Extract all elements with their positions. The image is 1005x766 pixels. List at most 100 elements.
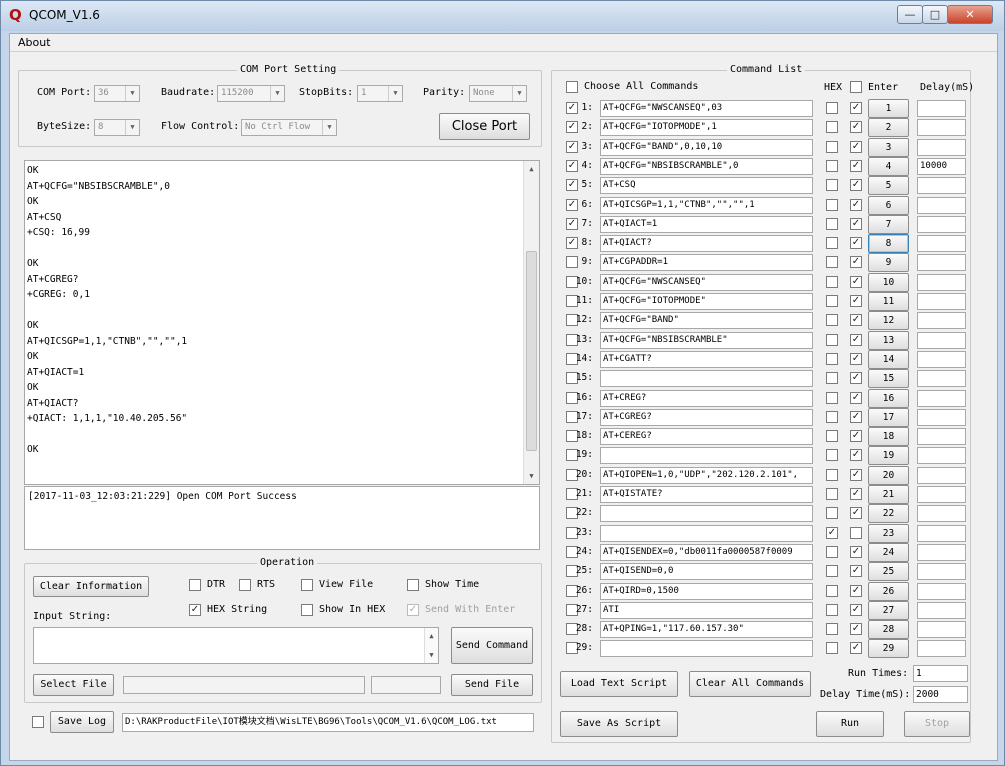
command-send-button[interactable]: 25 <box>868 562 909 582</box>
command-input[interactable] <box>600 370 813 388</box>
command-delay-input[interactable] <box>917 138 966 156</box>
command-hex-checkbox[interactable] <box>826 217 838 230</box>
command-delay-input[interactable] <box>917 582 966 600</box>
scroll-up-icon[interactable]: ▲ <box>425 629 438 643</box>
command-input[interactable] <box>600 505 813 523</box>
command-hex-checkbox[interactable] <box>826 102 838 114</box>
command-hex-checkbox[interactable] <box>826 198 838 211</box>
hex-string-checkbox[interactable]: ✓ <box>189 604 201 616</box>
command-input[interactable]: AT+QCFG="IOTOPMODE" <box>600 293 813 310</box>
command-enter-checkbox[interactable]: ✓ <box>850 275 862 288</box>
command-delay-input[interactable] <box>917 486 966 503</box>
run-times-input[interactable]: 1 <box>913 665 968 682</box>
command-delay-input[interactable] <box>917 254 966 272</box>
command-enter-checkbox[interactable]: ✓ <box>850 237 862 250</box>
command-hex-checkbox[interactable] <box>826 352 838 365</box>
command-send-button[interactable]: 29 <box>868 639 909 659</box>
command-hex-checkbox[interactable] <box>826 372 838 385</box>
command-input[interactable]: AT+QCFG="IOTOPMODE",1 <box>600 119 813 137</box>
receive-scrollbar[interactable]: ▲ ▼ <box>523 161 539 484</box>
command-delay-input[interactable] <box>917 370 966 388</box>
command-input[interactable]: AT+CEREG? <box>600 428 813 446</box>
command-enter-checkbox[interactable]: ✓ <box>850 198 862 211</box>
command-hex-checkbox[interactable] <box>826 449 838 462</box>
command-delay-input[interactable] <box>917 543 966 561</box>
show-in-hex-checkbox[interactable] <box>301 604 313 616</box>
command-enter-checkbox[interactable]: ✓ <box>850 217 862 230</box>
command-input[interactable]: AT+CREG? <box>600 389 813 407</box>
command-delay-input[interactable] <box>917 119 966 137</box>
command-hex-checkbox[interactable] <box>826 565 838 578</box>
parity-select[interactable]: None ▼ <box>469 85 527 102</box>
command-delay-input[interactable] <box>917 215 966 233</box>
command-send-button[interactable]: 4 <box>868 156 909 176</box>
load-text-script-button[interactable]: Load Text Script <box>560 671 678 697</box>
minimize-button[interactable]: — <box>897 5 923 24</box>
command-enter-checkbox[interactable]: ✓ <box>850 507 862 520</box>
command-delay-input[interactable] <box>917 563 966 581</box>
command-send-button[interactable]: 28 <box>868 620 909 640</box>
command-enter-checkbox[interactable]: ✓ <box>850 179 862 192</box>
stopbits-select[interactable]: 1 ▼ <box>357 85 403 102</box>
command-input[interactable]: AT+QCFG="NBSIBSCRAMBLE" <box>600 331 813 349</box>
command-enter-checkbox[interactable]: ✓ <box>850 333 862 346</box>
command-hex-checkbox[interactable] <box>826 584 838 597</box>
command-hex-checkbox[interactable] <box>826 140 838 153</box>
rts-checkbox[interactable] <box>239 579 251 591</box>
command-send-button[interactable]: 6 <box>868 195 909 215</box>
command-hex-checkbox[interactable] <box>826 121 838 134</box>
command-input[interactable]: AT+QISENDEX=0,"db0011fa0000587f0009 <box>600 543 813 561</box>
command-send-button[interactable]: 17 <box>868 407 909 427</box>
select-file-button[interactable]: Select File <box>33 674 114 696</box>
command-enter-checkbox[interactable]: ✓ <box>850 642 862 655</box>
command-hex-checkbox[interactable] <box>826 295 838 307</box>
command-send-button[interactable]: 22 <box>868 504 909 524</box>
command-delay-input[interactable] <box>917 235 966 253</box>
clear-information-button[interactable]: Clear Information <box>33 576 149 597</box>
command-input[interactable]: AT+CGATT? <box>600 350 813 368</box>
bytesize-select[interactable]: 8 ▼ <box>94 119 140 136</box>
scroll-thumb[interactable] <box>526 251 537 451</box>
command-enter-checkbox[interactable]: ✓ <box>850 603 862 616</box>
send-file-button[interactable]: Send File <box>451 674 533 696</box>
command-input[interactable]: AT+QIACT=1 <box>600 215 813 233</box>
command-hex-checkbox[interactable] <box>826 333 838 346</box>
command-input[interactable]: AT+QCFG="NWSCANSEQ" <box>600 273 813 291</box>
command-input[interactable]: AT+QIOPEN=1,0,"UDP","202.120.2.101", <box>600 466 813 484</box>
clear-all-commands-button[interactable]: Clear All Commands <box>689 671 811 697</box>
command-enter-checkbox[interactable]: ✓ <box>850 410 862 423</box>
command-input[interactable]: AT+QISEND=0,0 <box>600 563 813 581</box>
command-send-button[interactable]: 12 <box>868 311 909 331</box>
command-hex-checkbox[interactable] <box>826 430 838 443</box>
dtr-checkbox[interactable] <box>189 579 201 591</box>
command-input[interactable] <box>600 447 813 465</box>
command-send-button[interactable]: 13 <box>868 330 909 350</box>
command-send-button[interactable]: 23 <box>868 523 909 543</box>
command-enter-checkbox[interactable]: ✓ <box>850 372 862 385</box>
com-port-select[interactable]: 36 ▼ <box>94 85 140 102</box>
delay-time-input[interactable]: 2000 <box>913 686 968 703</box>
scroll-up-icon[interactable]: ▲ <box>524 162 539 176</box>
save-as-script-button[interactable]: Save As Script <box>560 711 678 737</box>
command-send-button[interactable]: 11 <box>868 292 909 311</box>
command-delay-input[interactable] <box>917 331 966 349</box>
command-input[interactable]: AT+CGPADDR=1 <box>600 254 813 272</box>
command-enter-checkbox[interactable]: ✓ <box>850 352 862 365</box>
save-log-checkbox[interactable] <box>32 716 44 728</box>
command-hex-checkbox[interactable] <box>826 275 838 288</box>
input-string-field[interactable]: ▲ ▼ <box>33 627 439 664</box>
command-send-button[interactable]: 18 <box>868 427 909 447</box>
command-input[interactable]: AT+QCFG="BAND",0,10,10 <box>600 138 813 156</box>
command-send-button[interactable]: 19 <box>868 446 909 466</box>
command-send-button[interactable]: 7 <box>868 214 909 234</box>
save-log-button[interactable]: Save Log <box>50 711 114 733</box>
command-input[interactable]: AT+CGREG? <box>600 408 813 426</box>
run-button[interactable]: Run <box>816 711 884 737</box>
command-send-button[interactable]: 14 <box>868 349 909 369</box>
scroll-down-icon[interactable]: ▼ <box>524 469 539 483</box>
command-delay-input[interactable] <box>917 100 966 117</box>
command-hex-checkbox[interactable] <box>826 391 838 404</box>
command-hex-checkbox[interactable] <box>826 623 838 636</box>
command-delay-input[interactable] <box>917 640 966 658</box>
command-hex-checkbox[interactable] <box>826 545 838 558</box>
